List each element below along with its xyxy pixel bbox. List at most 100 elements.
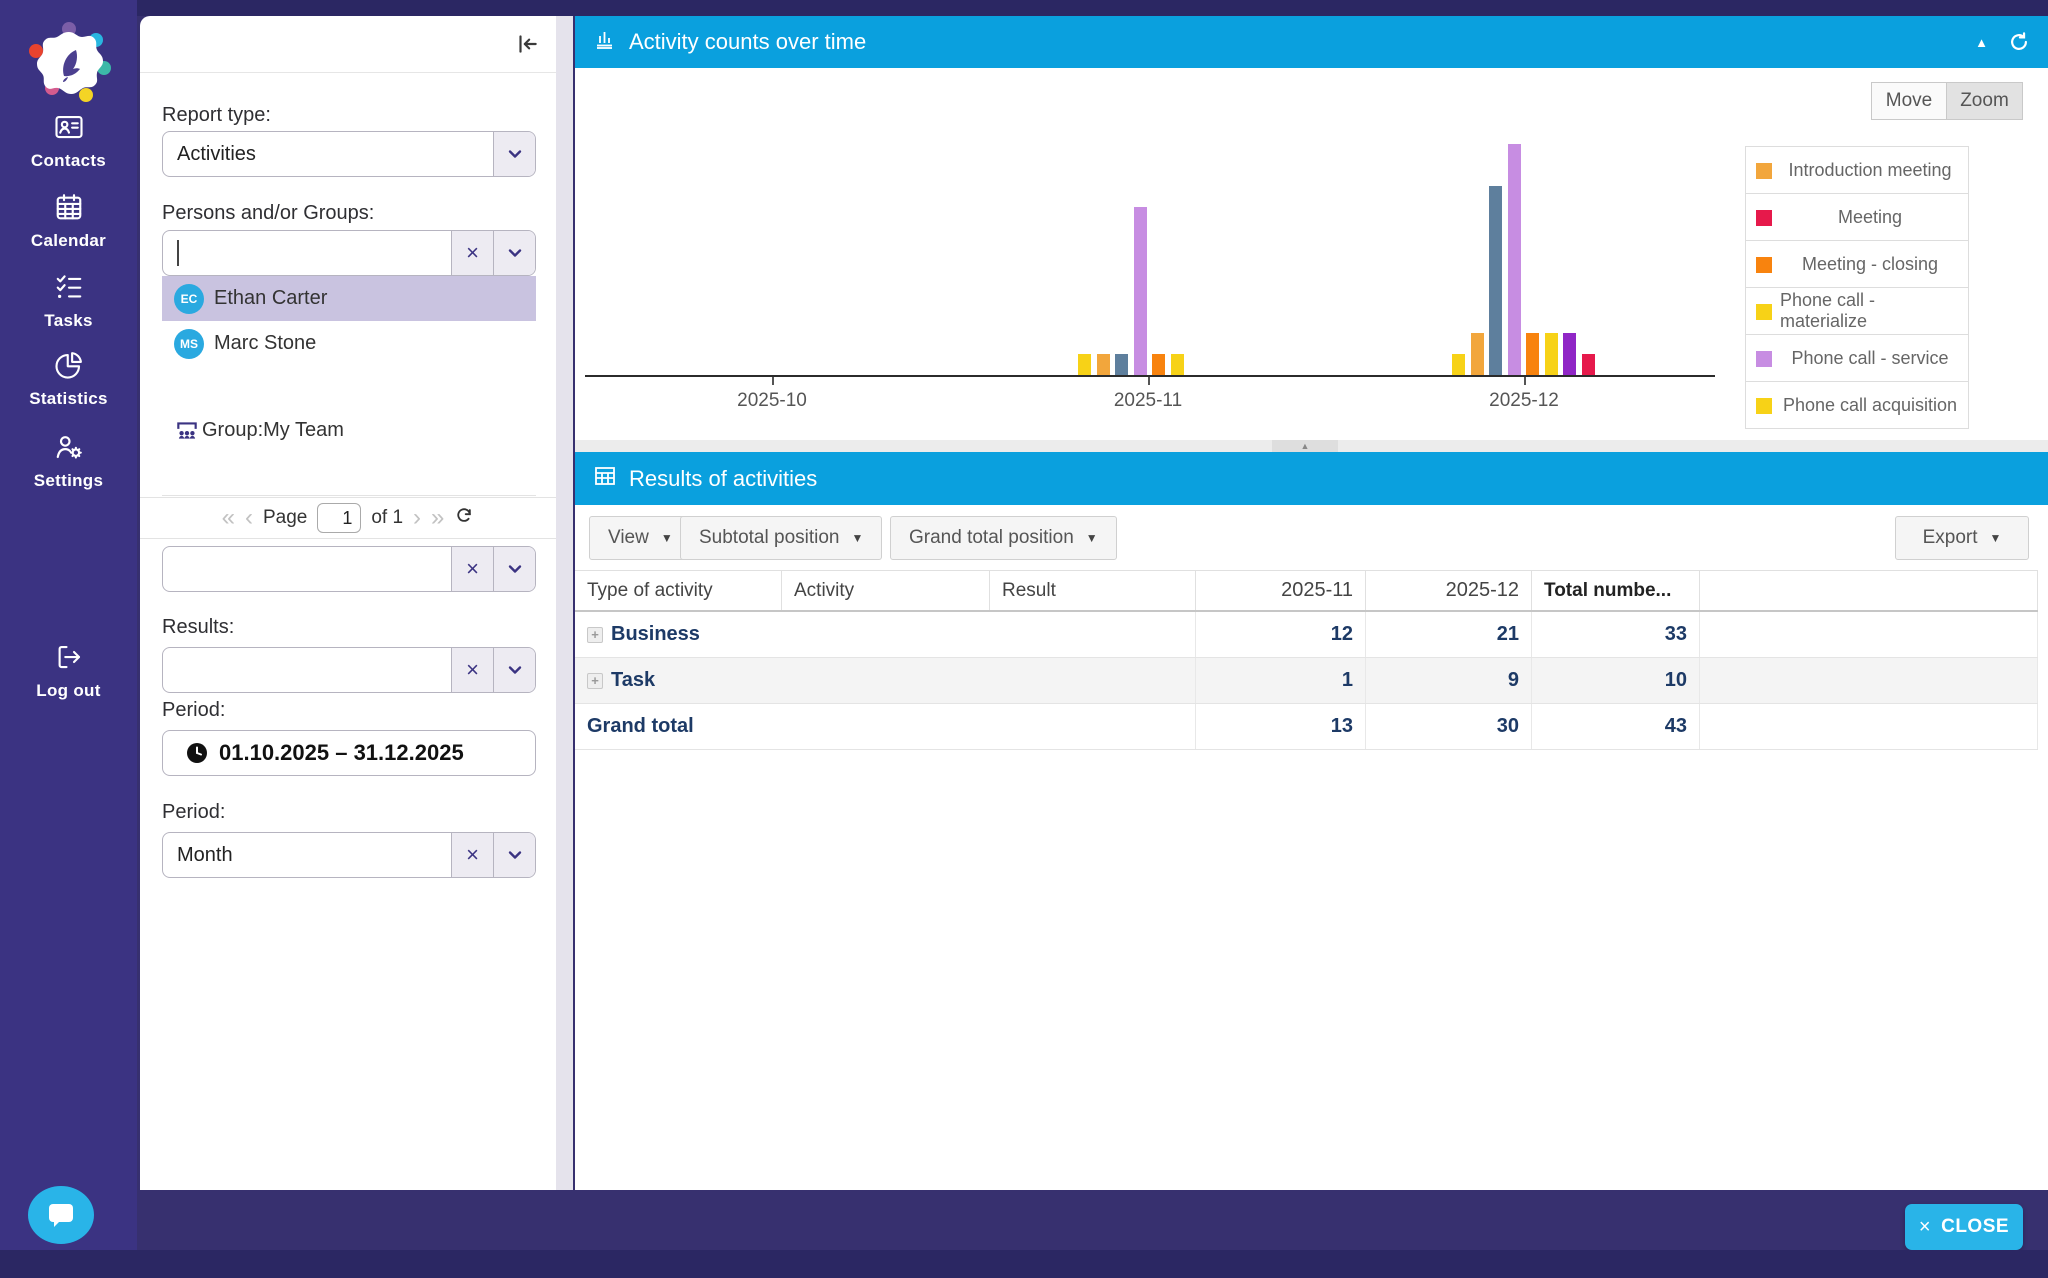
- table-icon: [593, 464, 617, 494]
- cell-value: 1: [1196, 658, 1366, 703]
- chart-bar: [1452, 354, 1465, 375]
- x-axis-tick: [772, 377, 774, 385]
- page-number-input[interactable]: [317, 503, 361, 533]
- legend-item[interactable]: Meeting: [1746, 194, 1968, 241]
- results-toolbar: View▼ Subtotal position▼ Grand total pos…: [575, 505, 2048, 570]
- period-range-value: 01.10.2025 – 31.12.2025: [219, 740, 464, 766]
- period-range-button[interactable]: 01.10.2025 – 31.12.2025: [162, 730, 536, 776]
- grand-total-position-button[interactable]: Grand total position▼: [890, 516, 1117, 560]
- page-of-label: of 1: [371, 507, 403, 529]
- column-header[interactable]: Activity: [782, 571, 990, 610]
- x-axis-label: 2025-12: [1479, 390, 1569, 412]
- chart-mode-toggle: Move Zoom: [1871, 82, 2023, 120]
- avatar: EC: [174, 284, 204, 314]
- legend-item[interactable]: Phone call - service: [1746, 335, 1968, 382]
- page-label: Page: [263, 507, 307, 529]
- legend-item[interactable]: Meeting - closing: [1746, 241, 1968, 288]
- legend-item[interactable]: Phone call acquisition: [1746, 382, 1968, 429]
- sidebar-item-settings[interactable]: Settings: [0, 432, 137, 491]
- column-header[interactable]: 2025-12: [1366, 571, 1532, 610]
- filter-panel: Report type: Activities Persons and/or G…: [140, 16, 556, 1190]
- app-logo[interactable]: [24, 18, 114, 114]
- sidebar-item-logout[interactable]: Log out: [0, 642, 137, 701]
- expand-row-icon[interactable]: +: [587, 627, 603, 643]
- column-header[interactable]: Type of activity: [575, 571, 782, 610]
- legend-item[interactable]: Phone call - materialize: [1746, 288, 1968, 335]
- period-granularity-select[interactable]: Month ×: [162, 832, 536, 878]
- dropdown-option-person[interactable]: MS Marc Stone: [162, 321, 536, 366]
- sidebar-item-label: Calendar: [0, 231, 137, 251]
- splitter-handle-icon[interactable]: ▲: [1272, 440, 1338, 452]
- clear-icon[interactable]: ×: [451, 648, 493, 692]
- caret-down-icon: ▼: [852, 531, 864, 545]
- top-strip: [137, 0, 2048, 16]
- clear-icon[interactable]: ×: [451, 833, 493, 877]
- report-type-label: Report type:: [162, 104, 271, 127]
- row-label: Grand total: [587, 715, 694, 738]
- move-button[interactable]: Move: [1871, 82, 1947, 120]
- collapse-chart-icon[interactable]: ▲: [1975, 35, 1988, 50]
- persons-dropdown: EC Ethan Carter MS Marc Stone Group:My T…: [162, 276, 536, 496]
- dropdown-option-group[interactable]: Group:My Team: [162, 408, 536, 453]
- export-button[interactable]: Export▼: [1895, 516, 2029, 560]
- results-table: Type of activity Activity Result 2025-11…: [575, 570, 2038, 750]
- close-button[interactable]: × CLOSE: [1905, 1204, 2023, 1250]
- scrollbar-track[interactable]: [556, 16, 573, 1190]
- person-name: Marc Stone: [214, 332, 316, 355]
- chart-bar: [1508, 144, 1521, 375]
- sidebar-item-statistics[interactable]: Statistics: [0, 350, 137, 409]
- clear-icon[interactable]: ×: [451, 547, 493, 591]
- x-axis: [585, 375, 1715, 377]
- last-page-icon[interactable]: »: [431, 506, 444, 530]
- x-axis-tick: [1524, 377, 1526, 385]
- selected-persons-input[interactable]: ×: [162, 546, 536, 592]
- close-icon: ×: [1919, 1216, 1931, 1239]
- sidebar-item-tasks[interactable]: Tasks: [0, 272, 137, 331]
- chevron-down-icon[interactable]: [493, 132, 535, 176]
- chevron-down-icon[interactable]: [493, 231, 535, 275]
- sidebar: Contacts Calendar Tasks Statistics Setti…: [0, 0, 137, 1250]
- column-header[interactable]: Total numbe...: [1532, 571, 1700, 610]
- sidebar-item-calendar[interactable]: Calendar: [0, 192, 137, 251]
- row-label: Task: [611, 669, 655, 692]
- first-page-icon[interactable]: «: [222, 506, 235, 530]
- view-button[interactable]: View▼: [589, 516, 692, 560]
- next-page-icon[interactable]: ›: [413, 506, 421, 530]
- contacts-icon: [54, 112, 84, 142]
- legend-swatch: [1756, 163, 1772, 179]
- column-header[interactable]: Result: [990, 571, 1196, 610]
- chat-button[interactable]: [28, 1186, 94, 1244]
- refresh-list-icon[interactable]: [454, 505, 474, 531]
- sidebar-item-contacts[interactable]: Contacts: [0, 112, 137, 171]
- chart-panel-header: Activity counts over time ▲: [575, 16, 2048, 68]
- sidebar-item-label: Statistics: [0, 389, 137, 409]
- caret-down-icon: ▼: [1990, 531, 2002, 545]
- settings-icon: [54, 432, 84, 462]
- report-type-select[interactable]: Activities: [162, 131, 536, 177]
- legend-item[interactable]: Introduction meeting: [1746, 147, 1968, 194]
- chart-panel-title: Activity counts over time: [629, 29, 866, 55]
- chevron-down-icon[interactable]: [493, 648, 535, 692]
- column-header[interactable]: 2025-11: [1196, 571, 1366, 610]
- dropdown-option-person[interactable]: EC Ethan Carter: [162, 276, 536, 321]
- chevron-down-icon[interactable]: [493, 833, 535, 877]
- chart-bar: [1097, 354, 1110, 375]
- table-row: +Business 12 21 33: [575, 612, 2038, 658]
- selected-persons-value: [163, 547, 451, 591]
- zoom-button[interactable]: Zoom: [1947, 82, 2023, 120]
- clear-icon[interactable]: ×: [451, 231, 493, 275]
- persons-search-input[interactable]: ×: [162, 230, 536, 276]
- report-type-value: Activities: [163, 132, 493, 176]
- collapse-panel-button[interactable]: [512, 30, 542, 60]
- results-select[interactable]: ×: [162, 647, 536, 693]
- subtotal-position-button[interactable]: Subtotal position▼: [680, 516, 882, 560]
- chevron-down-icon[interactable]: [493, 547, 535, 591]
- sidebar-item-label: Contacts: [0, 151, 137, 171]
- panel-splitter[interactable]: ▲: [575, 440, 2048, 452]
- chart-bar: [1526, 333, 1539, 375]
- refresh-chart-icon[interactable]: [2008, 31, 2030, 53]
- legend-swatch: [1756, 257, 1772, 273]
- prev-page-icon[interactable]: ‹: [245, 506, 253, 530]
- expand-row-icon[interactable]: +: [587, 673, 603, 689]
- period-range-label: Period:: [162, 699, 225, 722]
